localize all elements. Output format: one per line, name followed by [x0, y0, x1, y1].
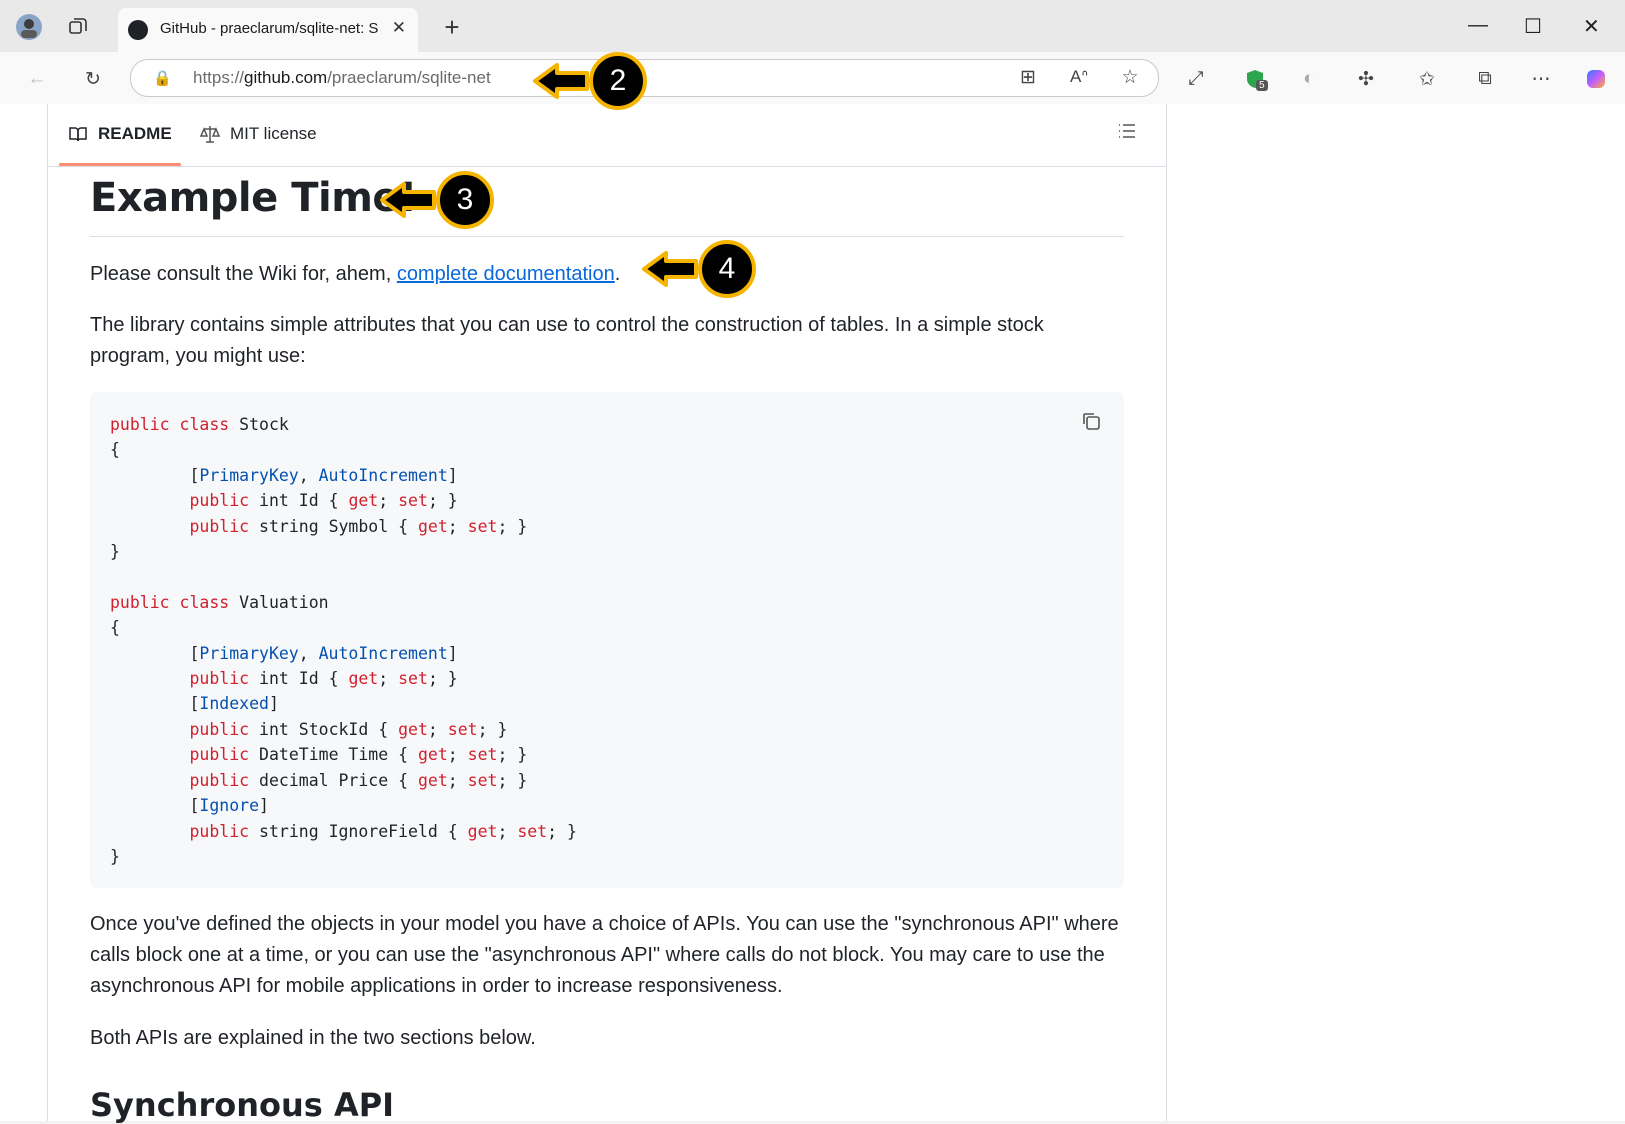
title-bar: GitHub - praeclarum/sqlite-net: S ✕ + — …: [0, 0, 1625, 52]
split-screen-icon[interactable]: ⤢: [1183, 66, 1209, 92]
section-heading: Example Time!: [90, 175, 417, 221]
favorites-icon[interactable]: ✩: [1414, 66, 1440, 92]
both-apis-paragraph: Both APIs are explained in the two secti…: [90, 1027, 536, 1049]
minimize-icon[interactable]: —: [1468, 14, 1488, 37]
extensions-puzzle-icon[interactable]: ✣: [1353, 66, 1379, 92]
wiki-paragraph: Please consult the Wiki for, ahem, compl…: [90, 263, 621, 285]
callout-number: 4: [698, 240, 756, 298]
copilot-icon[interactable]: [1583, 66, 1609, 92]
callout-2: 2: [531, 52, 647, 110]
navigation-bar: ← ↻ 🔒 https://github.com/praeclarum/sqli…: [0, 52, 1625, 105]
code-line: [Indexed]: [110, 694, 279, 714]
content-border-left: [47, 104, 48, 1121]
callout-number: 3: [436, 171, 494, 229]
callout-number: 2: [589, 52, 647, 110]
arrow-left-icon: [642, 251, 698, 287]
code-content: public class Stock { [PrimaryKey, AutoInc…: [110, 412, 577, 869]
code-line: public int Id { get; set; }: [189, 669, 458, 689]
apis-paragraph: Once you've defined the objects in your …: [90, 913, 1119, 997]
readme-tabs-bar: README MIT license: [48, 104, 1166, 167]
right-blank-area: [1167, 104, 1625, 1121]
code-line: public class Stock: [110, 415, 289, 434]
close-window-icon[interactable]: ✕: [1583, 14, 1600, 39]
code-line: public DateTime Time { get; set; }: [189, 745, 528, 765]
code-line: {: [110, 440, 120, 460]
new-tab-icon[interactable]: +: [437, 12, 467, 42]
scale-icon: [200, 126, 220, 143]
code-line: public int StockId { get; set; }: [189, 719, 508, 739]
outline-list-icon[interactable]: [1116, 120, 1138, 147]
url-text: https://github.com/praeclarum/sqlite-net: [193, 68, 491, 87]
code-line: {: [110, 618, 120, 638]
refresh-icon[interactable]: ↻: [80, 66, 106, 92]
favorite-star-icon[interactable]: ☆: [1117, 64, 1143, 90]
code-line: public class Valuation: [110, 592, 329, 612]
arrow-left-icon: [533, 63, 589, 99]
code-line: public string Symbol { get; set; }: [189, 516, 528, 536]
code-line: public string IgnoreField { get; set; }: [189, 821, 577, 841]
collections-icon[interactable]: ⧉: [1472, 66, 1498, 92]
code-block: public class Stock { [PrimaryKey, AutoInc…: [90, 392, 1124, 888]
book-icon: [69, 127, 87, 142]
lock-icon: 🔒: [153, 70, 172, 87]
copy-code-icon[interactable]: [1080, 410, 1104, 434]
code-line: public int Id { get; set; }: [189, 491, 458, 511]
callout-3: 3: [378, 171, 494, 229]
arrow-left-icon: [380, 182, 436, 218]
license-label: MIT license: [230, 124, 317, 143]
profile-avatar-icon[interactable]: [14, 12, 44, 42]
tab-license[interactable]: MIT license: [200, 124, 317, 144]
github-icon: [128, 20, 148, 40]
mouse-extension-icon[interactable]: ◐: [1296, 66, 1322, 92]
workspaces-icon[interactable]: [63, 12, 93, 42]
more-menu-icon[interactable]: ⋯: [1528, 66, 1554, 92]
tab-readme[interactable]: README: [68, 124, 172, 144]
readme-label: README: [98, 124, 172, 143]
code-line: [Ignore]: [110, 796, 269, 816]
synchronous-api-heading: Synchronous API: [90, 1086, 395, 1124]
code-line: [PrimaryKey, AutoIncrement]: [110, 465, 458, 485]
back-icon[interactable]: ←: [24, 66, 50, 92]
code-line: public decimal Price { get; set; }: [189, 770, 528, 790]
maximize-icon[interactable]: ☐: [1524, 14, 1542, 39]
close-tab-icon[interactable]: ✕: [392, 18, 406, 38]
app-available-icon[interactable]: ⊞: [1015, 64, 1041, 90]
active-tab-underline: [59, 163, 181, 166]
extension-badge: 5: [1256, 80, 1268, 91]
code-line: [PrimaryKey, AutoIncrement]: [110, 643, 458, 663]
intro-paragraph: The library contains simple attributes t…: [90, 314, 1044, 367]
tab-github[interactable]: GitHub - praeclarum/sqlite-net: S ✕: [118, 8, 418, 52]
shield-extension-icon[interactable]: 5: [1242, 66, 1268, 92]
complete-documentation-link[interactable]: complete documentation: [397, 263, 615, 285]
tab-title: GitHub - praeclarum/sqlite-net: S: [160, 20, 379, 37]
code-line: }: [110, 846, 120, 866]
read-aloud-icon[interactable]: Aᐢ: [1066, 64, 1092, 90]
code-line: }: [110, 542, 120, 562]
callout-4: 4: [640, 240, 756, 298]
heading-divider: [90, 236, 1124, 237]
